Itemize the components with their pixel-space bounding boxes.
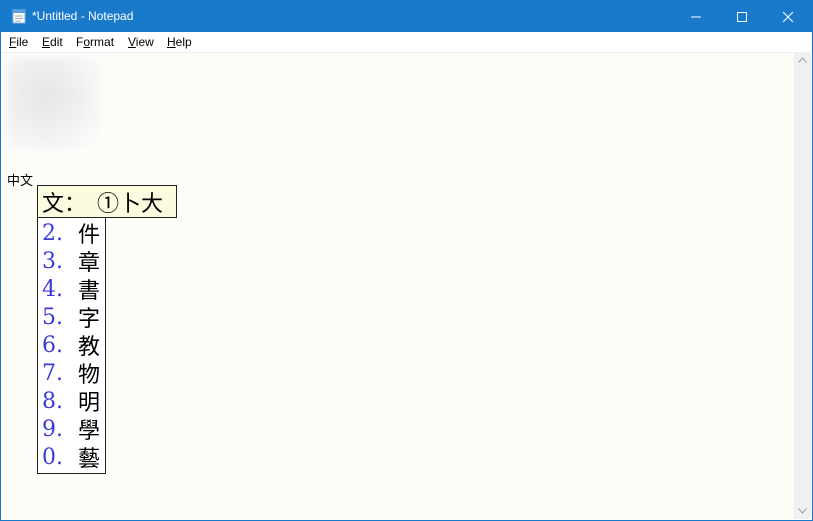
- ime-composition-window: 文： ①卜大: [37, 185, 177, 218]
- title-bar[interactable]: *Untitled - Notepad: [1, 1, 812, 32]
- ime-candidate[interactable]: 9. 學: [42, 415, 100, 445]
- minimize-icon: [691, 16, 701, 17]
- window-title: *Untitled - Notepad: [32, 9, 134, 23]
- ime-candidate[interactable]: 5. 字: [42, 303, 100, 333]
- ime-candidate[interactable]: 8. 明: [42, 387, 100, 417]
- menu-file-label: ile: [16, 35, 29, 49]
- candidate-number: 2.: [42, 220, 63, 246]
- blurred-region: [7, 57, 101, 151]
- minimize-button[interactable]: [673, 1, 719, 32]
- candidate-char: 藝: [78, 447, 101, 472]
- candidate-number: 9.: [42, 416, 63, 442]
- menu-view[interactable]: View: [128, 35, 154, 49]
- document-text: 中文: [7, 174, 34, 189]
- candidate-number: 7.: [42, 360, 63, 386]
- close-icon: [783, 11, 793, 22]
- maximize-button[interactable]: [719, 1, 765, 32]
- menu-edit-mnemonic: E: [42, 35, 51, 49]
- ime-candidate[interactable]: 7. 物: [42, 359, 100, 389]
- menu-view-label: iew: [135, 35, 154, 49]
- notepad-icon[interactable]: [11, 8, 27, 24]
- menu-edit-label: dit: [50, 35, 63, 49]
- vertical-scrollbar[interactable]: [794, 52, 811, 519]
- menu-format-label: rmat: [90, 35, 115, 49]
- candidate-number: 0.: [42, 444, 63, 470]
- menu-help[interactable]: Help: [167, 35, 192, 49]
- candidate-number: 4.: [42, 276, 63, 302]
- scroll-down-icon[interactable]: [798, 508, 807, 514]
- candidate-number: 3.: [42, 248, 63, 274]
- candidate-number: 5.: [42, 304, 63, 330]
- close-button[interactable]: [765, 1, 811, 32]
- menu-format[interactable]: Format: [76, 35, 114, 49]
- scroll-up-icon[interactable]: [798, 57, 807, 63]
- menu-edit[interactable]: Edit: [42, 35, 63, 49]
- maximize-icon: [737, 11, 747, 22]
- ime-candidate-list: 2. 件 3. 章 4. 書 5. 字 6. 教 7. 物 8. 明 9. 學 0. 藝: [37, 217, 106, 474]
- ime-candidate[interactable]: 0. 藝: [42, 443, 101, 473]
- ime-candidate[interactable]: 6. 教: [42, 331, 100, 361]
- candidate-number: 8.: [42, 388, 63, 414]
- menu-file[interactable]: File: [9, 35, 28, 49]
- ime-candidate[interactable]: 4. 書: [42, 275, 100, 305]
- menu-view-mnemonic: V: [128, 35, 136, 49]
- menu-help-mnemonic: H: [167, 35, 176, 49]
- menu-help-label: elp: [175, 35, 192, 49]
- ime-candidate[interactable]: 3. 章: [42, 247, 100, 277]
- notepad-window: *Untitled - Notepad File Edit Format Vie…: [0, 0, 813, 521]
- text-editor-area[interactable]: 中文: [1, 52, 794, 520]
- ime-candidate[interactable]: 2. 件: [42, 219, 100, 249]
- menu-bar: File Edit Format View Help: [1, 32, 812, 52]
- candidate-number: 6.: [42, 332, 63, 358]
- ime-composition-text: 文： ①卜大: [42, 191, 164, 217]
